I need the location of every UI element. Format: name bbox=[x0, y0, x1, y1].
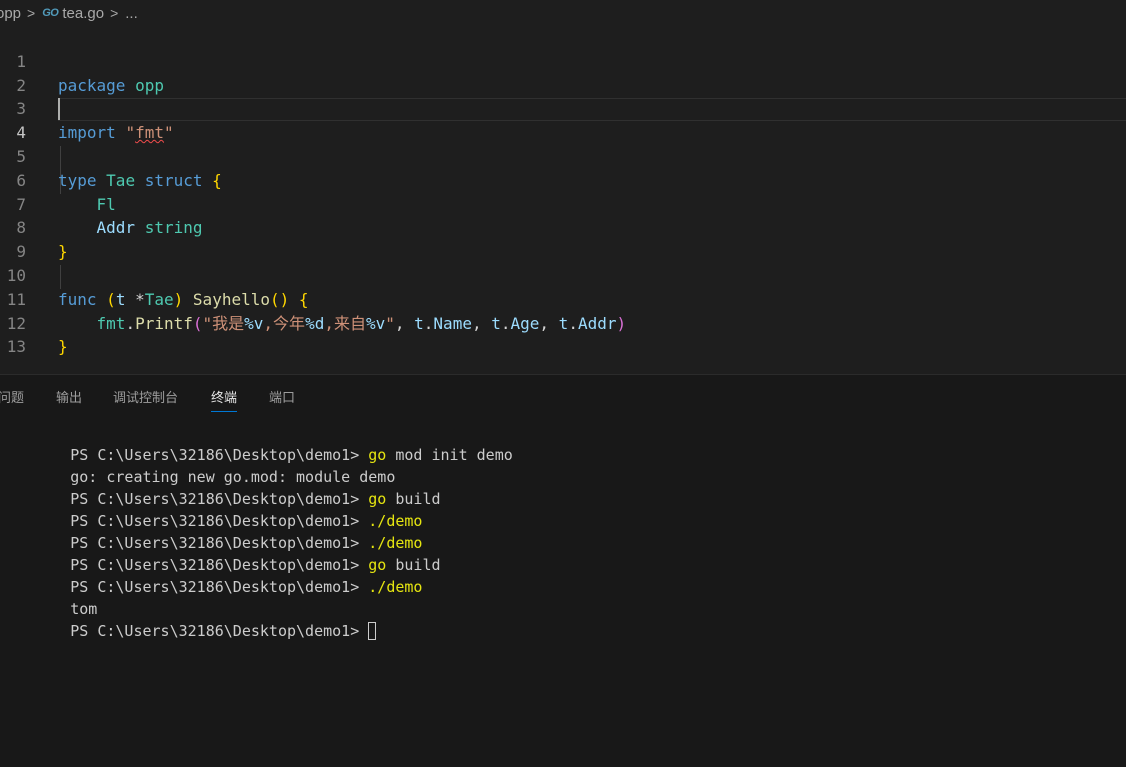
code-line: 5 type Tae struct { bbox=[0, 121, 1126, 190]
terminal-line: PS C:\Users\32186\Desktop\demo1> ./demo bbox=[0, 488, 422, 530]
terminal-line: PS C:\Users\32186\Desktop\demo1> go mod … bbox=[0, 422, 513, 464]
breadcrumb-symbol[interactable]: ... bbox=[125, 5, 138, 22]
code-line: 9 bbox=[0, 216, 1126, 261]
bottom-panel: 问题 输出 调试控制台 终端 端口 PS C:\Users\32186\Desk… bbox=[0, 374, 1126, 767]
code-line: 3 import "fmt" bbox=[0, 74, 1126, 142]
tab-output[interactable]: 输出 bbox=[56, 387, 82, 406]
code-line: 4 bbox=[0, 97, 1126, 142]
panel-tab-bar: 问题 输出 调试控制台 终端 端口 bbox=[0, 375, 1126, 415]
vscode-window: opp > GO tea.go > ... 1 package opp 2 3 … bbox=[0, 0, 1126, 767]
code-line: 12 } bbox=[0, 288, 1126, 357]
terminal-line: go: creating new go.mod: module demo bbox=[0, 444, 395, 486]
terminal-line: tom bbox=[0, 576, 97, 618]
terminal-line: PS C:\Users\32186\Desktop\demo1> bbox=[0, 598, 377, 640]
terminal-line: PS C:\Users\32186\Desktop\demo1> go buil… bbox=[0, 532, 440, 574]
terminal-prompt: PS C:\Users\32186\Desktop\demo1> bbox=[70, 578, 369, 596]
terminal-cursor bbox=[368, 622, 377, 640]
tab-problems[interactable]: 问题 bbox=[0, 387, 24, 406]
active-tab-indicator bbox=[211, 411, 238, 412]
tab-terminal[interactable]: 终端 bbox=[211, 387, 238, 412]
breadcrumb: opp > GO tea.go > ... bbox=[0, 0, 1126, 26]
text-caret bbox=[58, 98, 60, 121]
breadcrumb-file[interactable]: tea.go bbox=[62, 5, 104, 22]
code-line: 6 Fl bbox=[0, 145, 1126, 214]
code-line: 1 package opp bbox=[0, 26, 1126, 95]
go-file-icon: GO bbox=[42, 7, 59, 19]
terminal-line: PS C:\Users\32186\Desktop\demo1> ./demo bbox=[0, 510, 422, 552]
tab-terminal-label: 终端 bbox=[211, 390, 238, 405]
code-line: 8 } bbox=[0, 193, 1126, 261]
line-number: 13 bbox=[6, 337, 26, 357]
code-line: 11 fmt.Printf("我是%v,今年%d,来自%v", t.Name, … bbox=[0, 264, 1126, 333]
chevron-right-icon: > bbox=[27, 5, 36, 21]
terminal-command: ./demo bbox=[368, 578, 423, 596]
tab-ports[interactable]: 端口 bbox=[269, 387, 295, 406]
brace: } bbox=[58, 337, 68, 357]
code-line: 10 func (t *Tae) Sayhello() { bbox=[0, 240, 1126, 309]
code-text: } bbox=[58, 335, 68, 359]
code-line: 2 bbox=[0, 50, 1126, 95]
tab-debug-console[interactable]: 调试控制台 bbox=[113, 387, 178, 406]
breadcrumb-folder[interactable]: opp bbox=[0, 5, 21, 22]
terminal-prompt: PS C:\Users\32186\Desktop\demo1> bbox=[70, 622, 369, 640]
chevron-right-icon: > bbox=[110, 5, 119, 21]
terminal-line: PS C:\Users\32186\Desktop\demo1> go buil… bbox=[0, 466, 440, 508]
code-line: 7 Addr string bbox=[0, 169, 1126, 238]
code-line: 13 bbox=[0, 312, 1126, 356]
terminal-line: PS C:\Users\32186\Desktop\demo1> ./demo bbox=[0, 554, 422, 596]
terminal-args: mod init demo bbox=[386, 446, 513, 464]
code-editor[interactable]: 1 package opp 2 3 import "fmt" 4 5 type … bbox=[0, 26, 1126, 374]
